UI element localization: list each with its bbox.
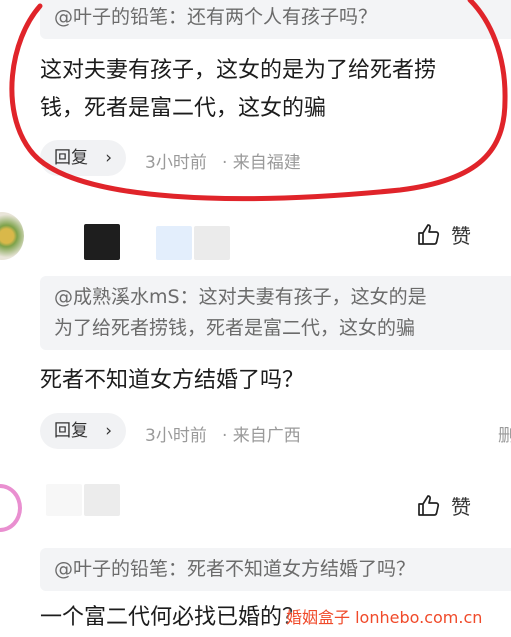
- comment-time: 3小时前: [145, 426, 207, 446]
- chevron-right-icon: ›: [105, 421, 112, 441]
- reply-button[interactable]: 回复 ›: [40, 413, 126, 449]
- username-redacted: [84, 224, 120, 260]
- comment-location: · 来自广西: [222, 426, 301, 446]
- annotation-circle: [9, 0, 508, 202]
- username-redacted-2: [84, 484, 120, 516]
- like-button[interactable]: 赞: [417, 220, 471, 249]
- like-button[interactable]: 赞: [417, 491, 471, 520]
- comment-text: 死者不知道女方结婚了吗？: [40, 368, 305, 393]
- quoted-comment: @成熟溪水mS：这对夫妻有孩子，这女的是 为了给死者捞钱，死者是富二代，这女的骗: [40, 276, 511, 350]
- quoted-comment: @叶子的铅笔：死者不知道女方结婚了吗？: [40, 548, 511, 591]
- username-redacted-3: [194, 226, 230, 260]
- watermark: 婚姻盒子 lonhebo.com.cn: [286, 608, 483, 627]
- username-redacted: [46, 484, 82, 516]
- comment-text: 一个富二代何必找已婚的？: [40, 605, 305, 630]
- avatar[interactable]: [0, 212, 24, 260]
- thumbs-up-icon: [418, 494, 440, 516]
- thumbs-up-icon: [418, 223, 440, 245]
- avatar[interactable]: [0, 484, 22, 532]
- username-redacted-2: [156, 226, 192, 260]
- delete-link-cropped[interactable]: 删: [498, 421, 511, 446]
